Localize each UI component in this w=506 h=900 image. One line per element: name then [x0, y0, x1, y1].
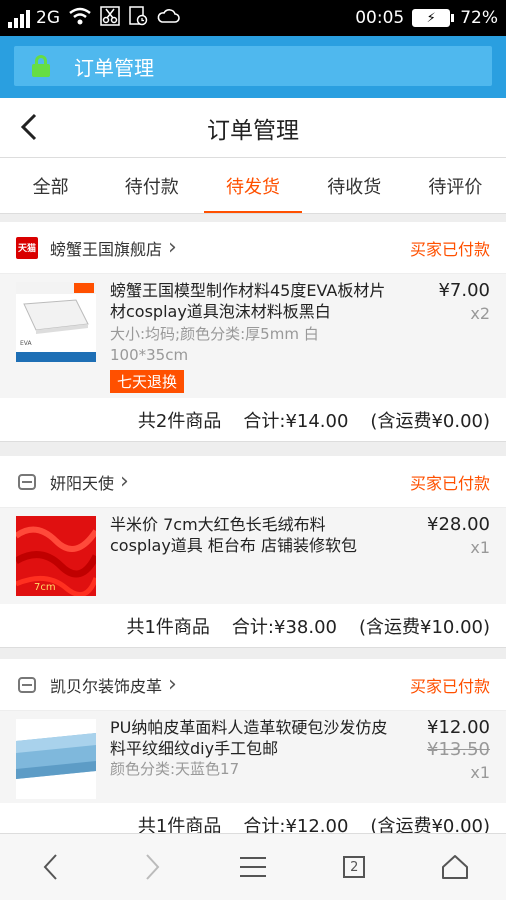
browser-bar: 订单管理	[0, 36, 506, 98]
chevron-right-icon	[146, 854, 160, 880]
address-bar-title: 订单管理	[74, 55, 154, 80]
lock-icon	[32, 55, 50, 77]
order-item[interactable]: PU纳帕皮革面料人造革软硬包沙发仿皮料平纹细纹diy手工包邮 颜色分类:天蓝色1…	[0, 711, 506, 803]
browser-bottom-nav: 2	[0, 833, 506, 900]
item-price: ¥28.00	[427, 514, 490, 535]
chevron-left-icon	[43, 854, 57, 880]
page-header: 订单管理	[0, 98, 506, 158]
store-icon	[16, 674, 38, 696]
tmall-icon: 天猫	[16, 236, 38, 259]
item-quantity: x1	[470, 538, 490, 557]
order-item[interactable]: EVA 螃蟹王国模型制作材料45度EVA板材片材cosplay道具泡沫材料板黑白…	[0, 274, 506, 398]
chevron-right-icon: ›	[168, 672, 177, 697]
item-count: 共2件商品	[137, 410, 222, 432]
item-title: 半米价 7cm大红色长毛绒布料 cosplay道具 柜台布 店铺装修软包	[110, 515, 357, 555]
network-type: 2G	[36, 8, 60, 28]
battery-icon: ⚡	[412, 9, 455, 27]
shop-name: 妍阳天使	[50, 473, 115, 493]
signal-icon	[8, 8, 30, 28]
order-status: 买家已付款	[409, 676, 490, 696]
clipboard-clock-icon	[128, 6, 148, 30]
order-card: 天猫 螃蟹王国旗舰店 › 买家已付款 EVA 螃蟹王国模型制作材料45度EVA板…	[0, 222, 506, 442]
order-tabs: 全部 待付款 待发货 待收货 待评价	[0, 158, 506, 214]
wifi-icon	[68, 7, 92, 29]
address-bar[interactable]: 订单管理	[14, 46, 492, 86]
cloud-icon	[156, 7, 180, 29]
order-summary: 共2件商品 合计:¥14.00 (含运费¥0.00)	[0, 398, 506, 442]
shipping-fee: (含运费¥0.00)	[370, 410, 490, 432]
scissors-icon	[100, 6, 120, 30]
order-card: 妍阳天使 › 买家已付款 7cm 半米价 7cm大红色长毛绒布料 cosplay…	[0, 456, 506, 648]
home-icon	[442, 855, 469, 879]
shop-name: 凯贝尔装饰皮革	[50, 676, 163, 696]
tab-count: 2	[343, 856, 366, 878]
svg-text:7cm: 7cm	[34, 582, 56, 593]
menu-button[interactable]	[202, 857, 303, 877]
shop-name: 螃蟹王国旗舰店	[50, 239, 163, 259]
menu-icon	[240, 857, 266, 877]
product-thumbnail	[16, 719, 96, 799]
order-item[interactable]: 7cm 半米价 7cm大红色长毛绒布料 cosplay道具 柜台布 店铺装修软包…	[0, 508, 506, 604]
chevron-right-icon: ›	[168, 235, 177, 260]
tab-pending-shipment[interactable]: 待发货	[202, 158, 303, 213]
item-original-price: ¥13.50	[427, 739, 490, 760]
shop-row[interactable]: 天猫 螃蟹王国旗舰店 › 买家已付款	[0, 222, 506, 274]
shop-row[interactable]: 凯贝尔装饰皮革 › 买家已付款	[0, 659, 506, 711]
back-button[interactable]	[18, 110, 48, 146]
order-status: 买家已付款	[409, 473, 490, 493]
home-button[interactable]	[405, 854, 506, 880]
nav-back-button[interactable]	[0, 852, 101, 882]
tab-all[interactable]: 全部	[0, 158, 101, 213]
status-bar: 2G 00:05 ⚡ 72%	[0, 0, 506, 36]
tabs-button[interactable]: 2	[304, 856, 405, 878]
order-total: 合计:¥14.00	[243, 410, 349, 432]
order-summary: 共1件商品 合计:¥38.00 (含运费¥10.00)	[0, 604, 506, 648]
product-thumbnail: EVA	[16, 282, 96, 362]
tab-pending-payment[interactable]: 待付款	[101, 158, 202, 213]
item-price: ¥7.00	[438, 280, 490, 301]
item-title: 螃蟹王国模型制作材料45度EVA板材片材cosplay道具泡沫材料板黑白	[110, 281, 386, 321]
page-title: 订单管理	[207, 117, 299, 144]
item-count: 共1件商品	[126, 616, 210, 638]
item-sku: 颜色分类:天蓝色17	[110, 760, 240, 778]
order-status: 买家已付款	[409, 239, 490, 259]
product-thumbnail: 7cm	[14, 516, 100, 598]
chevron-right-icon: ›	[120, 469, 129, 494]
battery-percent: 72%	[460, 8, 498, 28]
nav-forward-button[interactable]	[101, 852, 202, 882]
return-policy-badge: 七天退换	[110, 370, 185, 393]
item-quantity: x2	[470, 304, 490, 323]
store-icon	[16, 471, 38, 493]
chevron-left-icon	[20, 113, 37, 141]
shop-row[interactable]: 妍阳天使 › 买家已付款	[0, 456, 506, 508]
item-title: PU纳帕皮革面料人造革软硬包沙发仿皮料平纹细纹diy手工包邮	[110, 718, 388, 758]
item-price: ¥12.00	[427, 717, 490, 738]
shipping-fee: (含运费¥10.00)	[358, 616, 490, 638]
tab-pending-review[interactable]: 待评价	[405, 158, 506, 213]
item-quantity: x1	[470, 763, 490, 782]
tab-pending-receipt[interactable]: 待收货	[304, 158, 405, 213]
item-sku: 大小:均码;颜色分类:厚5mm 白100*35cm	[110, 325, 319, 364]
clock: 00:05	[355, 8, 405, 28]
order-total: 合计:¥38.00	[231, 616, 337, 638]
order-card: 凯贝尔装饰皮革 › 买家已付款 PU纳帕皮革面料人造革软硬包沙发仿皮料平纹细纹d…	[0, 659, 506, 847]
svg-text:EVA: EVA	[20, 340, 33, 347]
